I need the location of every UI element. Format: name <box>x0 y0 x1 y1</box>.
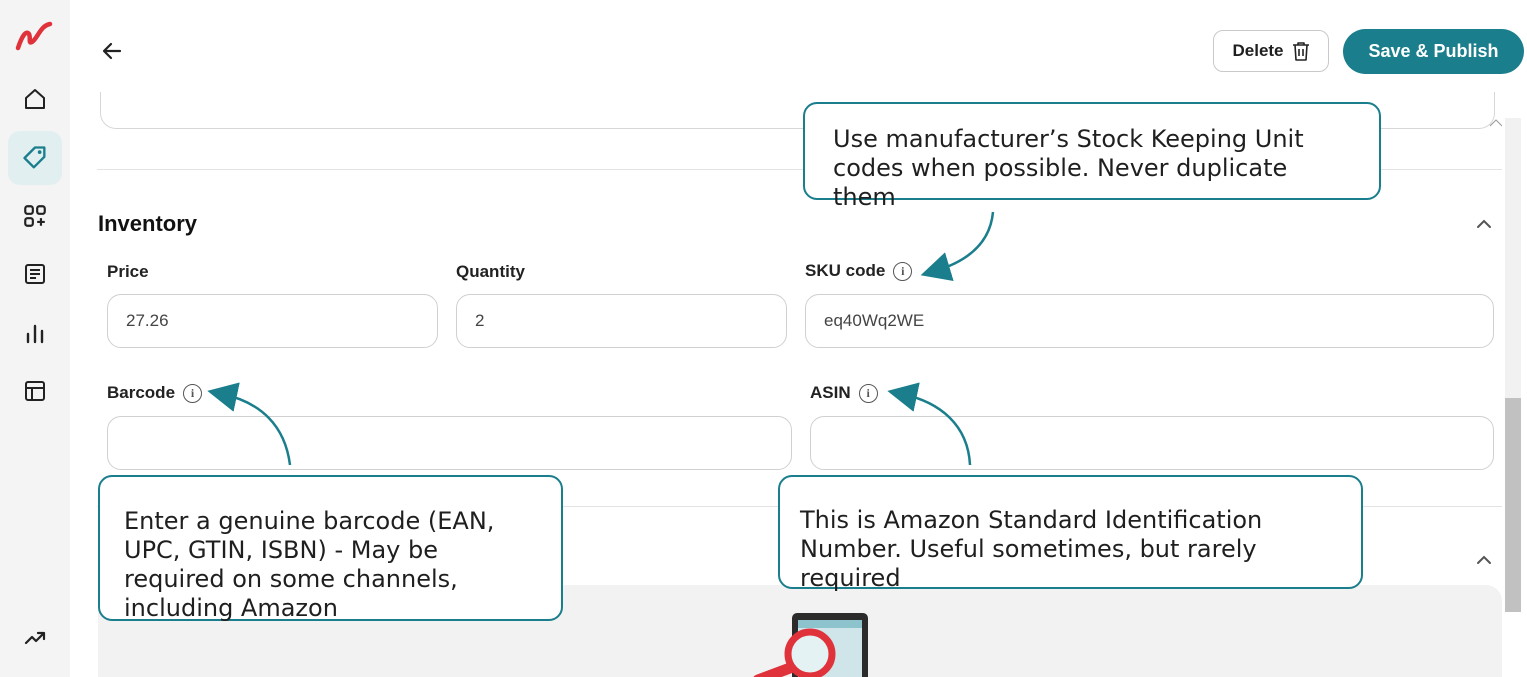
barcode-tooltip-callout: Enter a genuine barcode (EAN, UPC, GTIN,… <box>98 475 563 622</box>
price-label: Price <box>107 262 149 282</box>
barcode-label-text: Barcode <box>107 383 176 402</box>
barcode-tooltip-text: Enter a genuine barcode (EAN, UPC, GTIN,… <box>124 507 495 622</box>
asin-tooltip-text: This is Amazon Standard Identification N… <box>800 506 1263 592</box>
price-input[interactable] <box>107 294 438 348</box>
info-icon[interactable]: i <box>183 383 203 403</box>
sku-input[interactable] <box>805 294 1494 348</box>
tag-icon <box>23 146 46 169</box>
sidebar-item-home[interactable] <box>8 72 62 126</box>
quantity-input[interactable] <box>456 294 787 348</box>
back-button[interactable] <box>98 37 126 65</box>
quantity-label-text: Quantity <box>456 262 525 281</box>
sidebar-item-analytics[interactable] <box>8 306 62 360</box>
barcode-label: Barcode i <box>107 383 203 403</box>
section-title-inventory: Inventory <box>98 211 198 236</box>
sidebar-item-apps[interactable] <box>8 189 62 243</box>
trash-icon <box>1292 42 1309 61</box>
sku-label: SKU code i <box>805 261 913 281</box>
phone-search-illustration <box>753 613 868 677</box>
brand-logo[interactable] <box>14 18 56 54</box>
asin-label: ASIN i <box>810 383 878 403</box>
sidebar-item-growth[interactable] <box>8 611 62 665</box>
sku-tooltip-callout: Use manufacturer’s Stock Keeping Unit co… <box>803 102 1381 211</box>
scrollbar-thumb[interactable] <box>1505 398 1521 612</box>
price-label-text: Price <box>107 262 149 281</box>
asin-label-text: ASIN <box>810 383 851 402</box>
save-publish-button[interactable]: Save & Publish <box>1343 29 1524 74</box>
info-icon[interactable]: i <box>893 261 913 281</box>
home-icon <box>25 89 45 109</box>
sidebar <box>0 0 70 677</box>
bar-chart-icon <box>26 324 44 344</box>
apps-add-icon <box>24 205 46 227</box>
delete-button-label: Delete <box>1232 41 1284 60</box>
sku-tooltip-text: Use manufacturer’s Stock Keeping Unit co… <box>833 125 1304 211</box>
document-icon <box>25 264 45 284</box>
trending-up-icon <box>24 631 46 645</box>
sidebar-item-products[interactable] <box>8 131 62 185</box>
arrow-left-icon <box>102 42 122 60</box>
layout-icon <box>25 381 45 401</box>
info-icon[interactable]: i <box>858 383 878 403</box>
sku-label-text: SKU code <box>805 261 886 280</box>
quantity-label: Quantity <box>456 262 525 282</box>
chevron-up-icon[interactable] <box>1475 218 1493 230</box>
sidebar-item-layout[interactable] <box>8 364 62 418</box>
asin-input[interactable] <box>810 416 1494 470</box>
chevron-up-icon[interactable] <box>1475 554 1493 566</box>
barcode-input[interactable] <box>107 416 792 470</box>
delete-button[interactable]: Delete <box>1213 30 1329 72</box>
scroll-up-arrow[interactable] <box>1462 118 1502 128</box>
asin-tooltip-callout: This is Amazon Standard Identification N… <box>778 475 1363 592</box>
sidebar-item-orders[interactable] <box>8 247 62 301</box>
